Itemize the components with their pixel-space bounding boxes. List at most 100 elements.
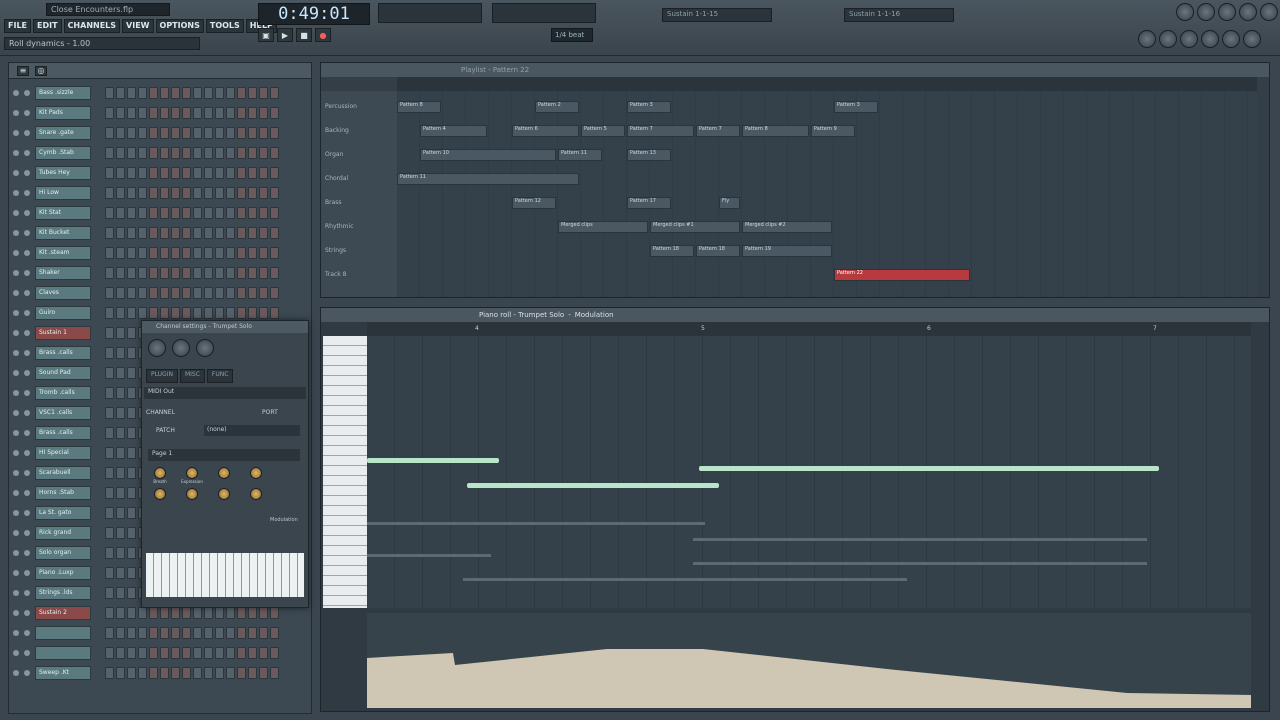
pattern-clip[interactable]: Pattern 2 (535, 101, 579, 113)
step-button[interactable] (116, 607, 125, 619)
step-button[interactable] (138, 227, 147, 239)
step-button[interactable] (193, 87, 202, 99)
step-button[interactable] (105, 507, 114, 519)
channel-solo-led[interactable] (24, 350, 30, 356)
pattern-clip[interactable]: Pattern 3 (834, 101, 878, 113)
step-button[interactable] (270, 127, 279, 139)
step-button[interactable] (226, 127, 235, 139)
pattern-clip[interactable]: Pattern 7 (627, 125, 694, 137)
channel-name-button[interactable]: Claves (35, 286, 91, 300)
step-button[interactable] (160, 167, 169, 179)
step-button[interactable] (171, 627, 180, 639)
step-button[interactable] (149, 147, 158, 159)
channel-mute-led[interactable] (13, 610, 19, 616)
step-button[interactable] (105, 627, 114, 639)
step-button[interactable] (149, 267, 158, 279)
step-button[interactable] (127, 87, 136, 99)
step-button[interactable] (105, 487, 114, 499)
step-button[interactable] (226, 207, 235, 219)
step-button[interactable] (138, 147, 147, 159)
channel-mute-led[interactable] (13, 310, 19, 316)
step-button[interactable] (138, 167, 147, 179)
step-button[interactable] (171, 287, 180, 299)
step-button[interactable] (270, 287, 279, 299)
step-button[interactable] (226, 167, 235, 179)
piano-keyboard[interactable] (323, 336, 367, 608)
step-button[interactable] (237, 247, 246, 259)
step-button[interactable] (215, 167, 224, 179)
step-button[interactable] (248, 227, 257, 239)
pattern-clip[interactable]: Pattern 11 (397, 173, 579, 185)
channel-solo-led[interactable] (24, 510, 30, 516)
step-button[interactable] (182, 207, 191, 219)
step-button[interactable] (259, 247, 268, 259)
step-button[interactable] (259, 187, 268, 199)
parameter-knob[interactable] (244, 488, 268, 500)
pattern-clip[interactable]: Pattern 11 (558, 149, 602, 161)
step-button[interactable] (138, 107, 147, 119)
step-button[interactable] (105, 267, 114, 279)
channel-solo-led[interactable] (24, 130, 30, 136)
step-button[interactable] (105, 307, 114, 319)
step-button[interactable] (105, 647, 114, 659)
step-button[interactable] (149, 667, 158, 679)
step-button[interactable] (105, 387, 114, 399)
channel-mute-led[interactable] (13, 570, 19, 576)
step-button[interactable] (116, 367, 125, 379)
step-button[interactable] (116, 487, 125, 499)
swing-knob-icon[interactable]: ◎ (35, 65, 47, 76)
menu-edit[interactable]: EDIT (33, 19, 62, 33)
step-button[interactable] (248, 247, 257, 259)
step-button[interactable] (237, 167, 246, 179)
step-button[interactable] (127, 407, 136, 419)
step-button[interactable] (116, 327, 125, 339)
step-button[interactable] (105, 107, 114, 119)
step-button[interactable] (270, 107, 279, 119)
note[interactable] (699, 466, 1159, 471)
channel-solo-led[interactable] (24, 550, 30, 556)
recent-plugin-slot-2[interactable]: Sustain 1-1-16 (844, 8, 954, 22)
step-button[interactable] (105, 587, 114, 599)
step-button[interactable] (226, 247, 235, 259)
step-button[interactable] (259, 287, 268, 299)
step-button[interactable] (116, 307, 125, 319)
knob-icon[interactable] (218, 467, 230, 479)
tab-misc[interactable]: MISC (179, 369, 205, 383)
step-button[interactable] (204, 227, 213, 239)
channel-name-button[interactable]: Scarabuell (35, 466, 91, 480)
channel-name-button[interactable]: Sustain 2 (35, 606, 91, 620)
step-button[interactable] (105, 567, 114, 579)
channel-mute-led[interactable] (13, 270, 19, 276)
channel-name-button[interactable]: Rick grand (35, 526, 91, 540)
step-button[interactable] (226, 267, 235, 279)
pattern-clip[interactable]: Pattern 17 (627, 197, 671, 209)
step-button[interactable] (127, 567, 136, 579)
step-button[interactable] (160, 307, 169, 319)
step-button[interactable] (116, 547, 125, 559)
step-button[interactable] (193, 167, 202, 179)
channel-mute-led[interactable] (13, 170, 19, 176)
step-button[interactable] (160, 247, 169, 259)
step-button[interactable] (127, 667, 136, 679)
snap-selector[interactable]: 1/4 beat (551, 28, 593, 42)
knob-icon[interactable] (218, 488, 230, 500)
pattern-clip[interactable]: Pattern 8 (397, 101, 441, 113)
step-button[interactable] (149, 607, 158, 619)
step-button[interactable] (226, 147, 235, 159)
step-button[interactable] (215, 207, 224, 219)
step-button[interactable] (215, 287, 224, 299)
pattern-clip[interactable]: Pattern 19 (742, 245, 832, 257)
channel-mute-led[interactable] (13, 250, 19, 256)
step-button[interactable] (116, 427, 125, 439)
channel-mute-led[interactable] (13, 650, 19, 656)
channel-solo-led[interactable] (24, 610, 30, 616)
pattern-clip[interactable]: Merged clips (558, 221, 648, 233)
step-button[interactable] (116, 87, 125, 99)
step-button[interactable] (149, 207, 158, 219)
pattern-clip[interactable]: Pattern 13 (627, 149, 671, 161)
step-button[interactable] (116, 127, 125, 139)
step-button[interactable] (204, 287, 213, 299)
step-button[interactable] (160, 667, 169, 679)
channel-name-button[interactable]: Bass .sizzle (35, 86, 91, 100)
step-button[interactable] (138, 87, 147, 99)
